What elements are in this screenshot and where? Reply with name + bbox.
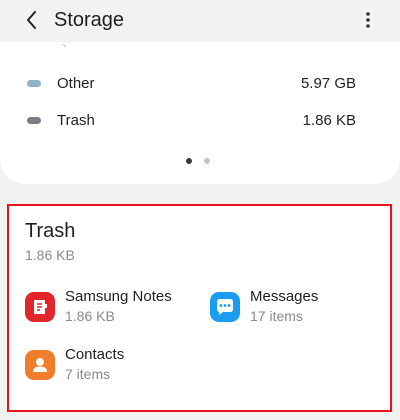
legend-swatch bbox=[27, 80, 41, 87]
back-arrow-icon[interactable] bbox=[20, 8, 44, 32]
page-dot-active[interactable] bbox=[186, 158, 192, 164]
app-bar: Storage bbox=[0, 0, 400, 42]
app-name: Messages bbox=[250, 288, 319, 305]
trash-title: Trash bbox=[25, 220, 76, 242]
legend-label: Trash bbox=[57, 112, 95, 129]
app-detail: 7 items bbox=[65, 366, 111, 382]
trash-total-size: 1.86 KB bbox=[25, 247, 75, 263]
legend-size: 1.86 KB bbox=[302, 112, 356, 129]
scrolled-content-edge bbox=[62, 44, 70, 48]
contacts-icon bbox=[25, 350, 55, 380]
app-name: Contacts bbox=[65, 346, 125, 363]
page-title: Storage bbox=[54, 9, 125, 31]
samsung-notes-icon bbox=[25, 292, 55, 322]
page-indicator bbox=[186, 158, 216, 166]
storage-breakdown-card: Other 5.97 GB Trash 1.86 KB bbox=[0, 42, 400, 184]
page-dot[interactable] bbox=[204, 158, 210, 164]
legend-size: 5.97 GB bbox=[300, 75, 356, 92]
trash-card[interactable]: Trash 1.86 KB Samsung Notes 1.86 KB Mess… bbox=[7, 204, 392, 412]
legend-item-other: Other 5.97 GB bbox=[24, 72, 374, 96]
trash-app-messages[interactable]: Messages 17 items bbox=[210, 286, 380, 330]
legend-item-trash: Trash 1.86 KB bbox=[24, 109, 374, 133]
legend-swatch bbox=[27, 117, 41, 124]
app-detail: 17 items bbox=[250, 308, 303, 324]
app-detail: 1.86 KB bbox=[65, 308, 115, 324]
trash-app-contacts[interactable]: Contacts 7 items bbox=[25, 344, 195, 388]
messages-icon bbox=[210, 292, 240, 322]
trash-app-samsung-notes[interactable]: Samsung Notes 1.86 KB bbox=[25, 286, 195, 330]
app-name: Samsung Notes bbox=[65, 288, 172, 305]
legend-label: Other bbox=[57, 75, 95, 92]
more-vertical-icon[interactable] bbox=[358, 10, 378, 30]
